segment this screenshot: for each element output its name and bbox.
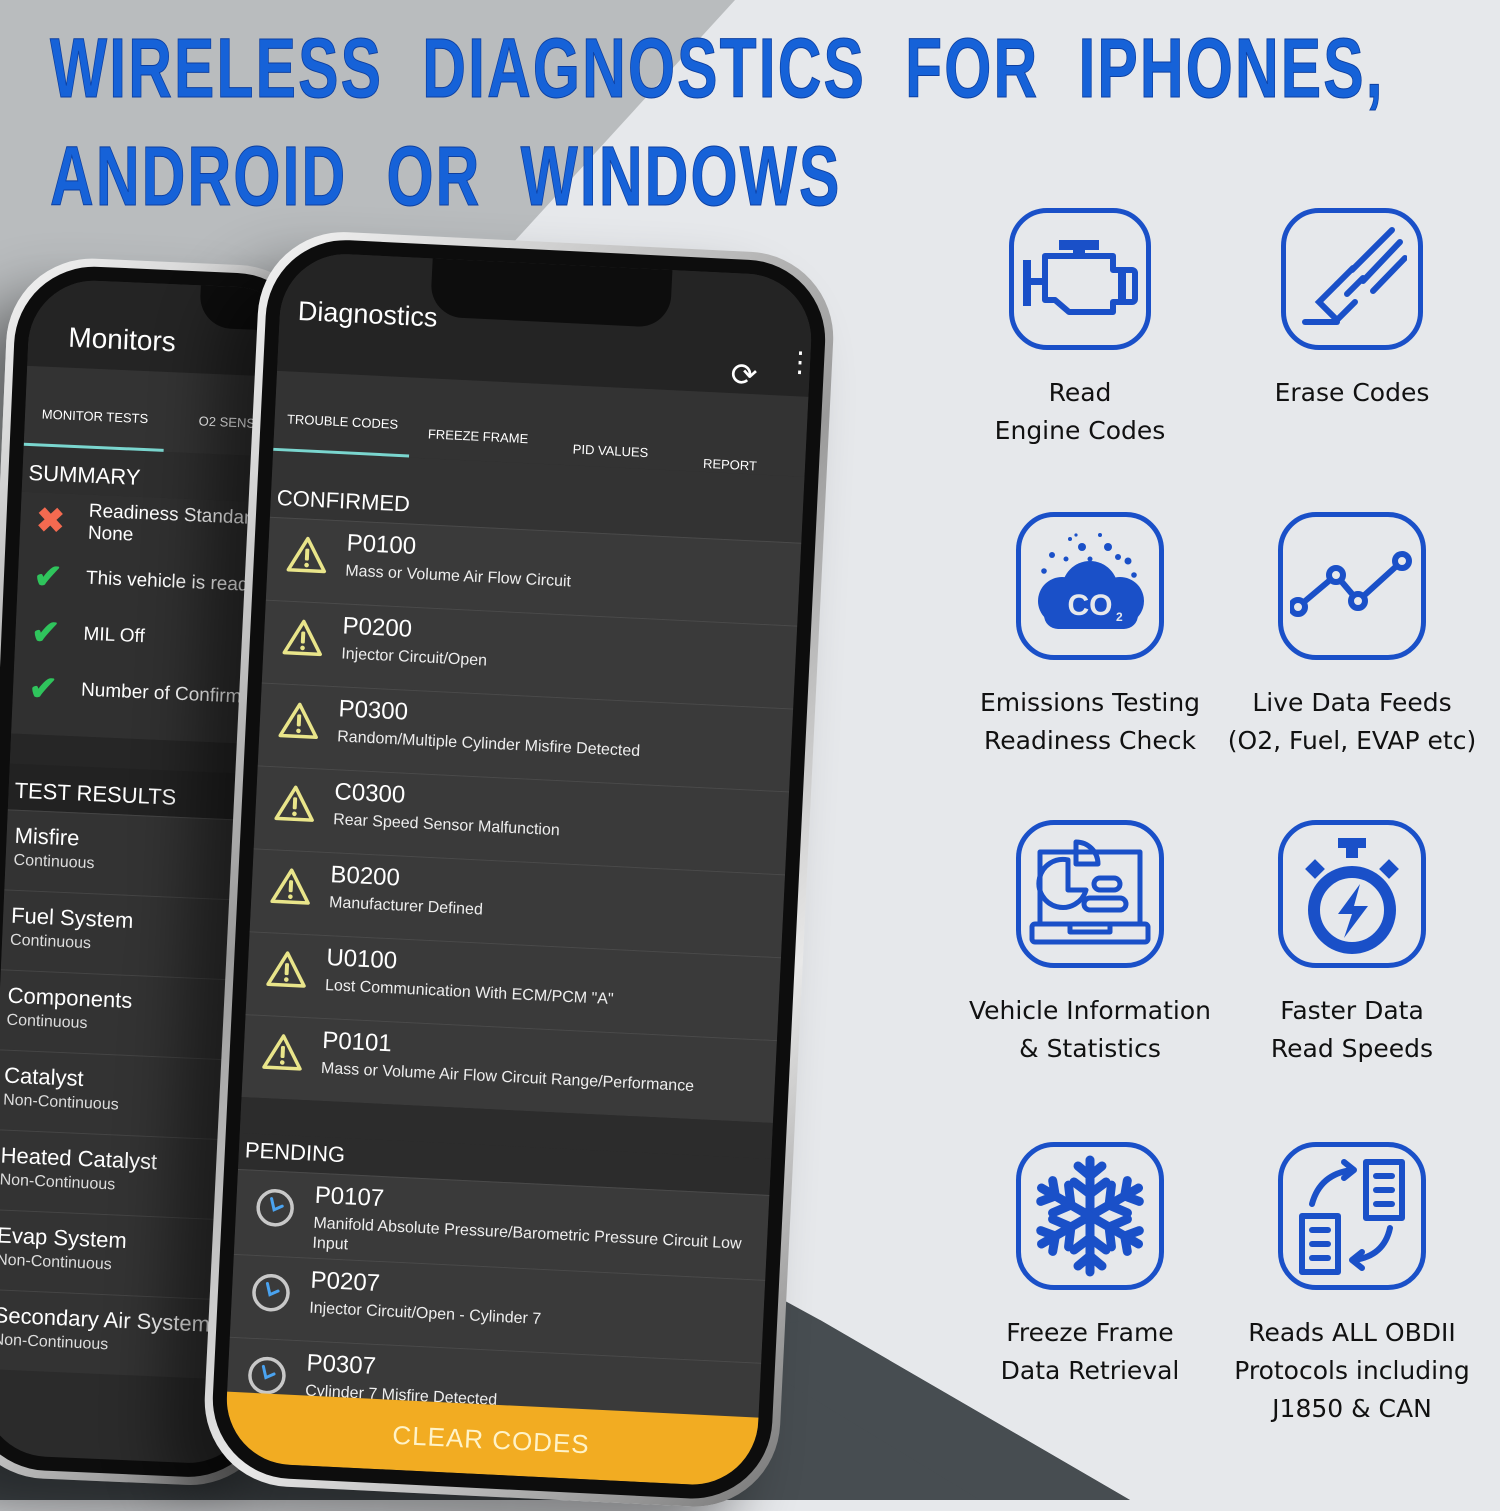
feature-vehicle-information: Vehicle Information & Statistics [950, 820, 1230, 1068]
feature-freeze-frame: Freeze Frame Data Retrieval [950, 1142, 1230, 1390]
warning-icon [251, 857, 331, 907]
co2-cloud-icon: CO 2 [1016, 512, 1164, 660]
diagnostics-phone: Diagnostics ⟳ ⋮ TROUBLE CODES FREEZE FRA… [200, 228, 838, 1511]
tab-trouble-codes[interactable]: TROUBLE CODES [273, 370, 413, 458]
feature-label: Read Engine Codes [994, 378, 1166, 445]
headline-line-1: WIRELESS DIAGNOSTICS FOR IPHONES, [50, 21, 1385, 116]
warning-icon [255, 774, 335, 824]
clock-icon [231, 1263, 311, 1315]
monitors-title: Monitors [67, 321, 177, 358]
feature-live-data: Live Data Feeds (O2, Fuel, EVAP etc) [1212, 512, 1492, 760]
clock-icon [235, 1178, 315, 1230]
confirmed-codes-list: P0100 Mass or Volume Air Flow Circuit P02… [241, 516, 802, 1124]
tab-pid-values[interactable]: PID VALUES [545, 384, 679, 470]
svg-text:2: 2 [1116, 610, 1123, 624]
check-icon: ✔ [30, 613, 61, 653]
feature-label: Live Data Feeds (O2, Fuel, EVAP etc) [1227, 688, 1477, 755]
stopwatch-icon [1278, 820, 1426, 968]
feature-faster-data: Faster Data Read Speeds [1212, 820, 1492, 1068]
phone-notch [429, 258, 673, 329]
diagnostics-title: Diagnostics [297, 295, 439, 333]
feature-label: Erase Codes [1274, 378, 1430, 407]
feature-emissions-testing: CO 2 Emissions Testing Readiness Check [950, 512, 1230, 760]
check-icon: ✔ [28, 669, 59, 709]
tab-report[interactable]: REPORT [675, 391, 789, 476]
warning-icon [263, 609, 343, 659]
document-sync-icon [1278, 1142, 1426, 1290]
feature-label: Reads ALL OBDII Protocols including J185… [1234, 1318, 1470, 1423]
feature-erase-codes: Erase Codes [1212, 208, 1492, 412]
feature-label: Emissions Testing Readiness Check [979, 688, 1201, 755]
refresh-icon[interactable]: ⟳ [730, 355, 759, 394]
warning-icon [259, 692, 339, 742]
svg-text:CO: CO [1068, 589, 1113, 622]
feature-label: Vehicle Information & Statistics [968, 996, 1212, 1063]
headline: WIRELESS DIAGNOSTICS FOR IPHONES, ANDROI… [50, 14, 1385, 230]
more-vertical-icon[interactable]: ⋮ [785, 346, 814, 378]
summary-text: This vehicle is read [85, 567, 249, 596]
check-icon: ✔ [32, 557, 64, 597]
tab-freeze-frame[interactable]: FREEZE FRAME [409, 378, 549, 465]
warning-icon [247, 940, 327, 990]
eraser-icon [1281, 208, 1423, 350]
diagnostics-screen: Diagnostics ⟳ ⋮ TROUBLE CODES FREEZE FRA… [223, 251, 815, 1488]
engine-icon [1009, 208, 1151, 350]
x-icon: ✖ [35, 501, 66, 541]
warning-icon [243, 1023, 323, 1073]
laptop-stats-icon [1016, 820, 1164, 968]
feature-obdii-protocols: Reads ALL OBDII Protocols including J185… [1212, 1142, 1492, 1428]
warning-icon [267, 526, 347, 576]
summary-text: Number of Confirm [80, 679, 242, 708]
tab-monitor-tests[interactable]: MONITOR TESTS [23, 365, 168, 452]
feature-label: Freeze Frame Data Retrieval [1000, 1318, 1180, 1385]
clock-icon [227, 1346, 307, 1398]
feature-label: Faster Data Read Speeds [1270, 996, 1434, 1063]
line-chart-icon [1278, 512, 1426, 660]
feature-read-engine-codes: Read Engine Codes [940, 208, 1220, 450]
summary-text: MIL Off [83, 623, 146, 648]
snowflake-icon [1016, 1142, 1164, 1290]
